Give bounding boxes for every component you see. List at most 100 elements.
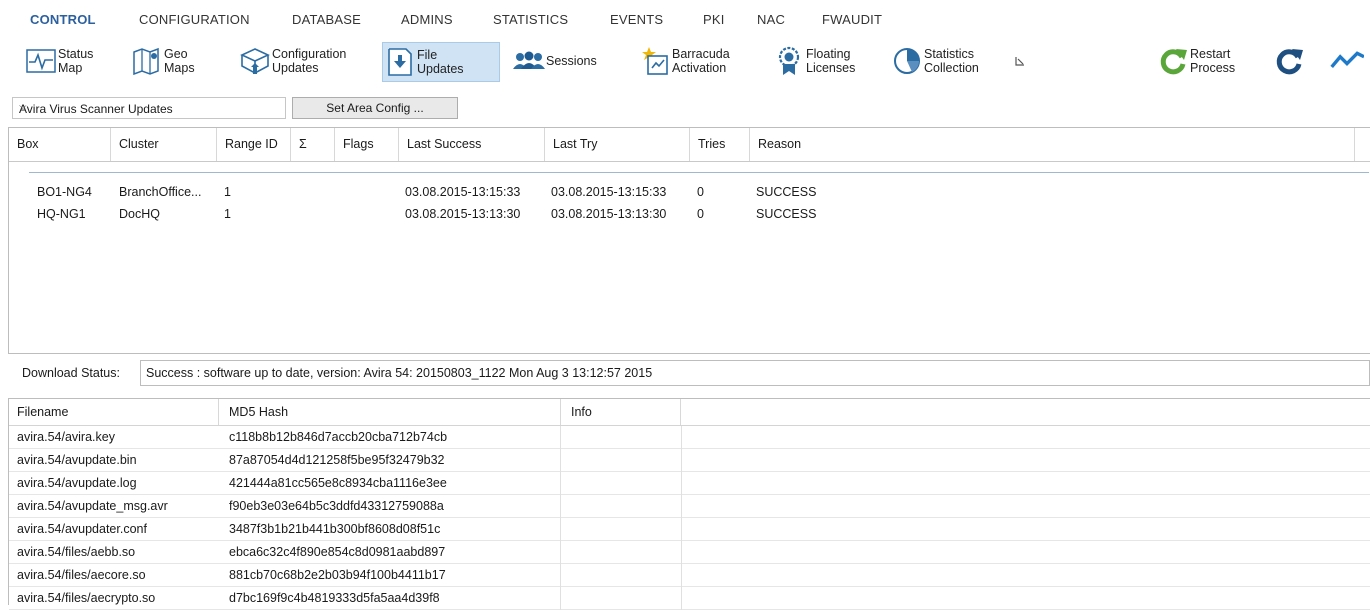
menu-admins[interactable]: ADMINS [401,12,453,27]
cell-last-try: 03.08.2015-13:13:30 [551,207,667,221]
table-row[interactable]: avira.54/avupdate_msg.avr f90eb3e03e64b5c… [9,495,1370,518]
cell-filename: avira.54/files/aebb.so [17,545,136,559]
statistics-collection-button[interactable]: Statistics Collection [890,42,979,80]
column-divider [681,518,682,541]
table-row[interactable]: HQ-NG1 DocHQ 1 03.08.2015-13:13:30 03.08… [9,207,1370,229]
cell-md5-hash: ebca6c32c4f890e854c8d0981aabd897 [229,545,446,559]
configuration-updates-label: Configuration Updates [272,47,347,75]
menu-database[interactable]: DATABASE [292,12,361,27]
table-row[interactable]: BO1-NG4 BranchOffice... 1 03.08.2015-13:… [9,185,1370,207]
set-area-config-button[interactable]: Set Area Config ... [292,97,458,119]
table-row[interactable]: avira.54/avira.key c118b8b12b846d7accb20c… [9,426,1370,449]
menu-configuration[interactable]: CONFIGURATION [139,12,250,27]
table-row[interactable]: avira.54/files/aebb.so ebca6c32c4f890e854… [9,541,1370,564]
col-info[interactable]: Info [561,399,681,425]
cell-reason: SUCCESS [756,207,817,221]
cell-tries: 0 [697,185,704,199]
cell-last-try: 03.08.2015-13:15:33 [551,185,667,199]
col-flags[interactable]: Flags [335,128,399,161]
cell-md5-hash: c118b8b12b846d7accb20cba712b74cb [229,430,448,444]
col-last-success[interactable]: Last Success [399,128,545,161]
table-row[interactable]: avira.54/avupdate.log 421444a81cc565e8c89… [9,472,1370,495]
boxes-update-icon [238,44,272,78]
column-divider [560,472,561,495]
cell-md5-hash: f90eb3e03e64b5c3ddfd43312759088a [229,499,444,513]
floating-licenses-button[interactable]: Floating Licenses [772,42,855,80]
table-row[interactable]: avira.54/avupdate.bin 87a87054d4d121258f5… [9,449,1370,472]
col-box[interactable]: Box [9,128,111,161]
barracuda-activation-button[interactable]: Barracuda Activation [638,42,730,80]
cell-md5-hash: 87a87054d4d121258f5be95f32479b32 [229,453,445,467]
sessions-button[interactable]: Sessions [512,42,597,80]
status-map-label: Status Map [58,47,94,75]
chevron-down-icon: ⌵ [19,101,27,112]
cell-reason: SUCCESS [756,185,817,199]
activation-icon [638,44,672,78]
cell-cluster: BranchOffice... [119,185,202,199]
cell-filename: avira.54/avupdate.log [17,476,137,490]
cell-md5-hash: 881cb70c68b2e2b03b94f100b4411b17 [229,568,446,582]
status-map-button[interactable]: Status Map [24,42,93,80]
monitor-button[interactable] [1330,42,1364,80]
configuration-updates-button[interactable]: Configuration Updates [238,42,346,80]
menu-control[interactable]: CONTROL [30,12,96,27]
file-download-icon [383,45,417,79]
file-hash-table: Filename MD5 Hash Info avira.54/avira.ke… [8,398,1370,610]
refresh-icon [1272,44,1306,78]
map-icon [130,44,164,78]
cell-box: BO1-NG4 [37,185,92,199]
column-divider [681,426,682,449]
col-last-try[interactable]: Last Try [545,128,690,161]
file-updates-button[interactable]: File Updates [382,42,500,82]
ribbon-toolbar: Status Map Geo Maps Configuration Update… [0,40,1370,88]
cell-last-success: 03.08.2015-13:13:30 [405,207,521,221]
col-filename[interactable]: Filename [9,399,219,425]
sessions-label: Sessions [546,54,597,68]
group-separator [29,172,1369,173]
floating-licenses-label: Floating Licenses [806,47,856,75]
download-status-value: Success : software up to date, version: … [146,366,653,380]
top-menu: CONTROL CONFIGURATION DATABASE ADMINS ST… [0,0,1370,40]
cell-cluster: DocHQ [119,207,160,221]
col-cluster[interactable]: Cluster [111,128,217,161]
column-divider [681,472,682,495]
col-md5-hash[interactable]: MD5 Hash [219,399,561,425]
table-row[interactable]: avira.54/files/aecrypto.so d7bc169f9c4b48… [9,587,1370,610]
col-sigma[interactable]: Σ [291,128,335,161]
column-divider [560,564,561,587]
menu-events[interactable]: EVENTS [610,12,663,27]
col-tries[interactable]: Tries [690,128,750,161]
menu-nac[interactable]: NAC [757,12,785,27]
area-select[interactable]: Avira Virus Scanner Updates ⌵ [12,97,286,119]
barracuda-activation-label: Barracuda Activation [672,47,730,75]
menu-statistics[interactable]: STATISTICS [493,12,568,27]
heartbeat-icon [24,44,58,78]
geo-maps-button[interactable]: Geo Maps [130,42,195,80]
table-header: Filename MD5 Hash Info [9,399,1370,426]
cell-filename: avira.54/avira.key [17,430,115,444]
ribbon-expand-button[interactable] [1014,42,1026,80]
table-row[interactable]: avira.54/files/aecore.so 881cb70c68b2e2b0… [9,564,1370,587]
pie-chart-icon [890,44,924,78]
restart-icon [1156,44,1190,78]
restart-process-button[interactable]: Restart Process [1156,42,1235,80]
table-row[interactable]: avira.54/avupdater.conf 3487f3b1b21b441b3… [9,518,1370,541]
menu-pki[interactable]: PKI [703,12,725,27]
refresh-button[interactable] [1272,42,1306,80]
col-reason[interactable]: Reason [750,128,1355,161]
expand-corner-icon [1015,57,1024,66]
column-divider [560,587,561,610]
column-divider [560,449,561,472]
geo-maps-label: Geo Maps [164,47,195,75]
menu-fwaudit[interactable]: FWAUDIT [822,12,882,27]
column-divider [560,426,561,449]
cell-range-id: 1 [224,185,231,199]
cell-filename: avira.54/files/aecrypto.so [17,591,156,605]
col-range-id[interactable]: Range ID [217,128,291,161]
cell-md5-hash: 3487f3b1b21b441b300bf8608d08f51c [229,522,441,536]
restart-process-label: Restart Process [1190,47,1236,75]
box-status-table: Box Cluster Range ID Σ Flags Last Succes… [8,127,1370,354]
column-divider [681,564,682,587]
cell-last-success: 03.08.2015-13:15:33 [405,185,521,199]
cell-range-id: 1 [224,207,231,221]
